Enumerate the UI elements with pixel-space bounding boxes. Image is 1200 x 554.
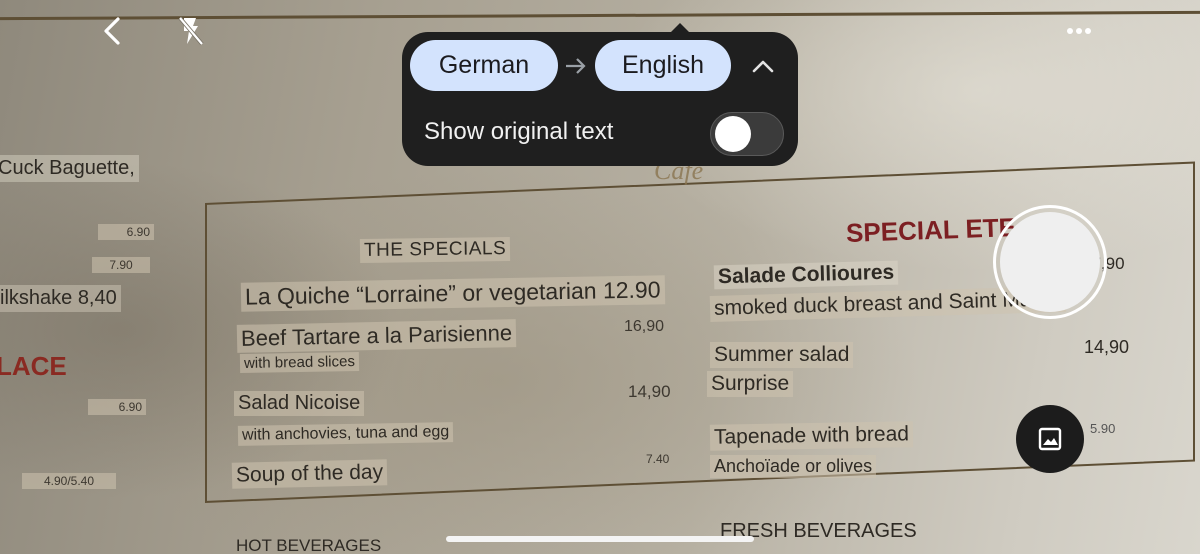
surprise-item: Surprise <box>707 371 794 397</box>
price-text: 6.90 <box>98 224 154 240</box>
special-ete-heading: SPECIAL ETE <box>845 212 1017 248</box>
soup-item: Soup of the day <box>231 459 388 489</box>
price-text: 7.90 <box>92 257 150 273</box>
price-text: 6.90 <box>88 399 146 415</box>
home-indicator[interactable] <box>446 536 754 542</box>
salade-collioures-item: Salade Collioures <box>713 260 899 290</box>
back-button[interactable] <box>96 14 130 48</box>
shutter-button[interactable] <box>993 205 1107 319</box>
chevron-up-icon <box>752 60 774 73</box>
place-heading: LACE <box>0 351 67 381</box>
toggle-knob <box>715 116 751 152</box>
flash-toggle-button[interactable] <box>175 14 207 48</box>
show-original-text-label: Show original text <box>424 118 614 145</box>
more-options-button[interactable] <box>1064 22 1094 40</box>
gallery-button[interactable] <box>1016 405 1084 473</box>
arrow-right-icon <box>566 58 586 74</box>
source-language-chip[interactable]: German <box>410 40 558 91</box>
price-text: 4.90/5.40 <box>22 473 116 489</box>
tapenade-price: 5.90 <box>1090 421 1116 436</box>
more-horiz-icon <box>1067 28 1091 34</box>
beef-tartare-item: Beef Tartare a la Parisienne <box>236 319 517 353</box>
hot-beverages-heading: HOT BEVERAGES <box>236 536 382 554</box>
beef-tartare-price: 16,90 <box>624 318 665 335</box>
soup-price: 7.40 <box>646 452 670 466</box>
flash-off-icon <box>178 16 204 46</box>
panel-pointer <box>670 23 690 33</box>
beef-tartare-desc: with bread slices <box>239 351 360 374</box>
collapse-button[interactable] <box>748 52 778 80</box>
summer-salad-item: Summer salad <box>710 342 854 368</box>
translate-language-panel: German English Show original text <box>402 23 798 166</box>
salad-nicoise-price: 14,90 <box>628 382 671 401</box>
milkshake-text: ilkshake 8,40 <box>0 285 121 312</box>
summer-salad-price: 14,90 <box>1084 337 1130 357</box>
tapenade-item: Tapenade with bread <box>709 421 914 451</box>
target-language-chip[interactable]: English <box>595 40 731 91</box>
tapenade-desc: Anchoïade or olives <box>710 455 877 478</box>
chevron-left-icon <box>104 17 120 45</box>
duck-baguette-text: Cuck Baguette, <box>0 155 139 182</box>
specials-heading: THE SPECIALS <box>359 236 511 264</box>
salad-nicoise-desc: with anchovies, tuna and egg <box>237 422 454 446</box>
beef-tartare-desc-1: with bread <box>243 353 314 372</box>
image-icon <box>1038 427 1062 451</box>
show-original-text-toggle[interactable] <box>710 112 784 156</box>
beef-tartare-desc-2: slices <box>317 353 356 371</box>
salad-nicoise-item: Salad Nicoise <box>234 391 365 416</box>
shutter-button-inner <box>1000 212 1100 312</box>
